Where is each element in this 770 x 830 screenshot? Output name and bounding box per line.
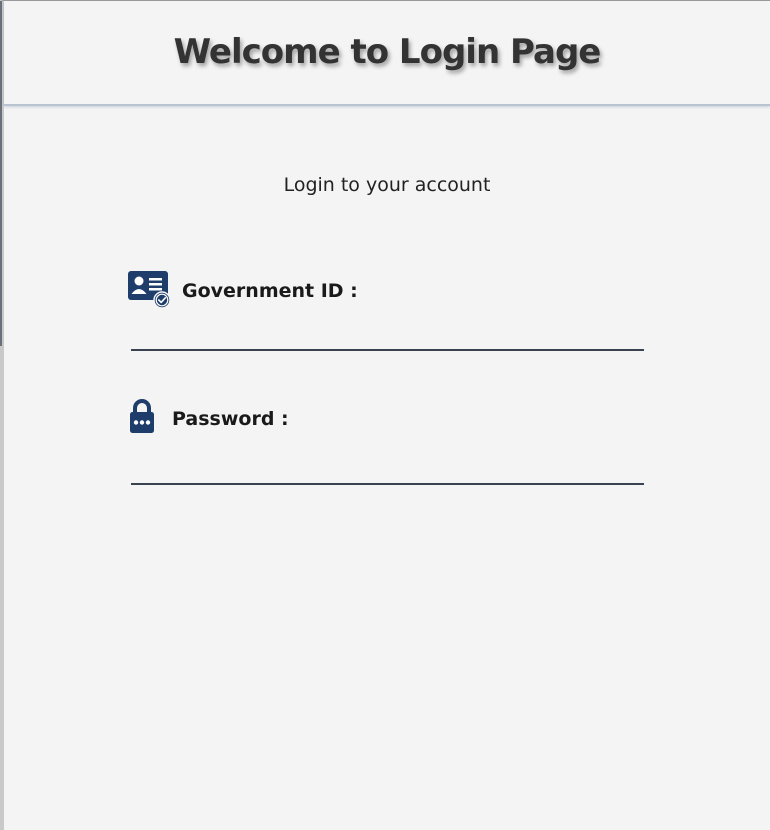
password-label: Password :	[172, 408, 289, 430]
government-id-input[interactable]	[131, 319, 644, 351]
lock-icon	[124, 397, 160, 441]
page-title: Welcome to Login Page	[173, 32, 602, 72]
password-label-row: Password :	[124, 397, 644, 441]
id-card-icon	[124, 269, 171, 313]
login-subtitle: Login to your account	[283, 174, 491, 196]
government-id-label-row: Government ID :	[124, 269, 644, 313]
window-edge	[0, 1, 2, 346]
government-id-field: Government ID :	[124, 269, 644, 351]
login-page: Welcome to Login Page Login to your acco…	[0, 0, 770, 830]
page-header: Welcome to Login Page	[4, 1, 770, 106]
password-input[interactable]	[131, 453, 644, 485]
password-field: Password :	[124, 397, 644, 485]
government-id-label: Government ID :	[182, 280, 358, 302]
